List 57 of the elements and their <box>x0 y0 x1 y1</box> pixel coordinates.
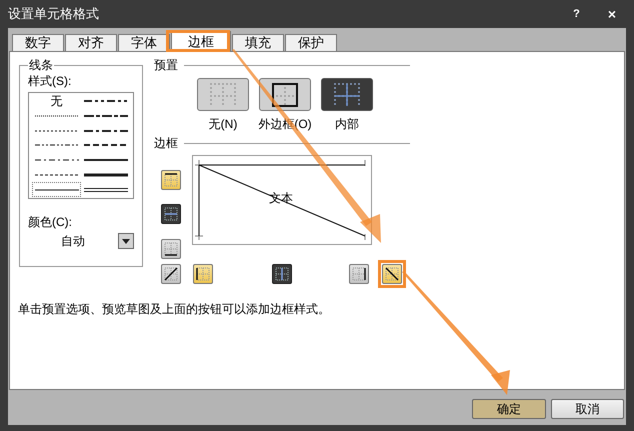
border-button[interactable] <box>272 264 292 284</box>
border-button[interactable] <box>161 204 181 224</box>
border-icon <box>352 267 366 281</box>
section-title: 边框 <box>154 136 178 151</box>
border-icon <box>164 207 178 221</box>
line-sample <box>84 157 128 164</box>
dialog-button[interactable]: 取消 <box>551 399 624 419</box>
grid-icon <box>333 82 361 108</box>
color-value: 自动 <box>61 234 85 248</box>
line-sample <box>34 113 78 120</box>
line-sample <box>34 186 78 193</box>
border-icon <box>164 173 178 187</box>
preset-button[interactable] <box>259 78 311 111</box>
line-sample <box>34 172 78 178</box>
line-sample <box>84 172 128 178</box>
field-label: 颜色(C): <box>28 215 73 230</box>
line-sample <box>34 142 78 148</box>
border-icon <box>385 267 399 281</box>
preset-label: 内部 <box>335 117 359 132</box>
line-sample <box>84 113 128 120</box>
tab[interactable]: 字体 <box>118 34 170 51</box>
grid-icon <box>209 82 237 108</box>
help-button[interactable]: ? <box>573 6 580 22</box>
tab[interactable]: 保护 <box>285 34 337 51</box>
line-sample <box>34 128 78 134</box>
style-list[interactable]: 无 <box>28 92 134 199</box>
line-sample <box>84 128 128 134</box>
dropdown-button[interactable] <box>118 233 134 249</box>
border-button[interactable] <box>193 264 213 284</box>
field-label: 样式(S): <box>28 74 72 89</box>
line-sample <box>84 186 128 193</box>
border-button[interactable] <box>349 264 369 284</box>
tab[interactable]: 数字 <box>12 34 64 51</box>
line-style-option[interactable]: 无 <box>32 94 81 109</box>
border-button[interactable] <box>161 264 181 284</box>
border-icon <box>275 267 289 281</box>
close-button[interactable]: × <box>608 4 616 24</box>
border-icon <box>164 242 178 256</box>
border-icon <box>196 267 210 281</box>
highlight-frame <box>166 30 230 52</box>
group-title: 线条 <box>28 58 54 73</box>
border-button[interactable] <box>161 170 181 190</box>
line-sample <box>84 142 128 148</box>
hint-text: 单击预置选项、预览草图及上面的按钮可以添加边框样式。 <box>18 302 331 317</box>
dialog-button[interactable]: 确定 <box>472 399 546 419</box>
border-button[interactable] <box>161 239 181 259</box>
window-title: 设置单元格格式 <box>8 5 99 24</box>
section-title: 预置 <box>154 58 178 73</box>
border-button[interactable] <box>382 264 402 284</box>
line-style-option[interactable] <box>32 182 81 197</box>
preset-label: 无(N) <box>208 117 238 132</box>
border-icon <box>164 267 178 281</box>
tab[interactable]: 对齐 <box>65 34 117 51</box>
line-sample <box>34 157 78 164</box>
caret-icon <box>122 238 130 244</box>
tab[interactable]: 填充 <box>232 34 284 51</box>
line-sample <box>84 98 128 104</box>
